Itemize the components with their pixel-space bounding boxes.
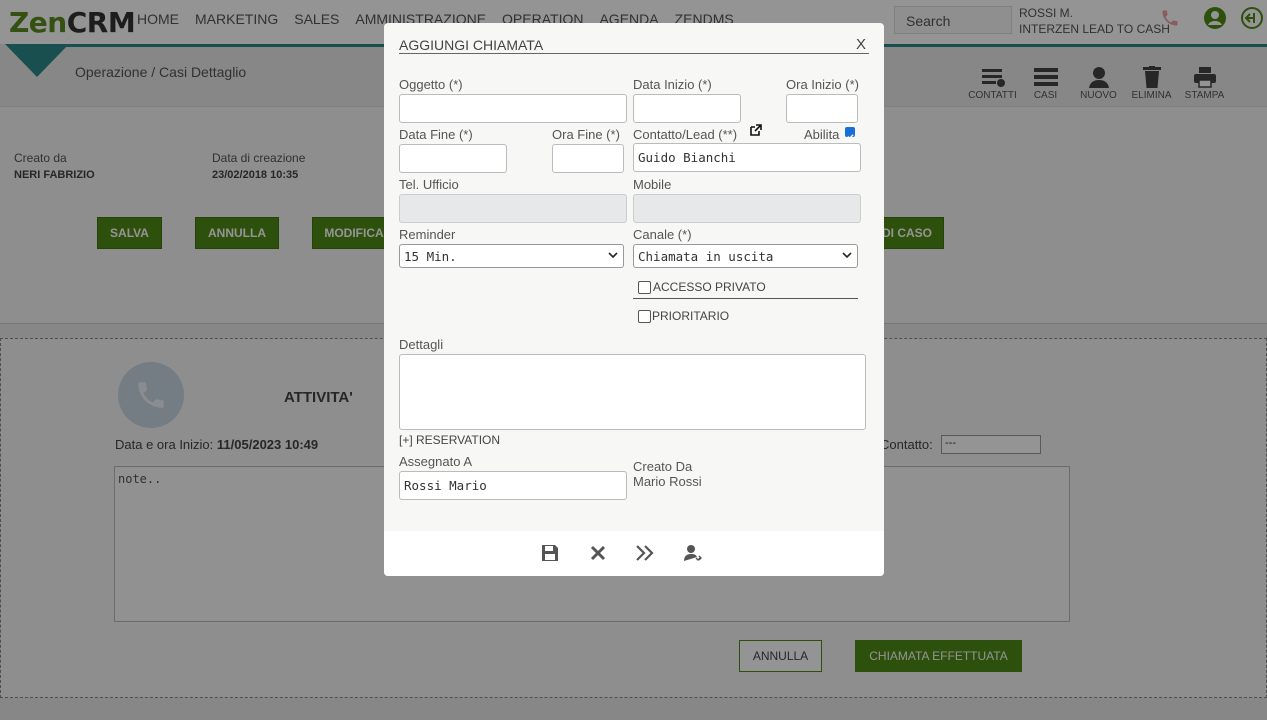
prioritario-checkbox[interactable] xyxy=(638,310,651,323)
save-icon[interactable] xyxy=(540,543,560,563)
data-inizio-input[interactable] xyxy=(633,94,741,123)
canale-select[interactable]: Chiamata in uscita xyxy=(633,244,858,268)
dialog-footer xyxy=(384,531,884,576)
dialog-title: AGGIUNGI CHIAMATA xyxy=(399,37,544,53)
dettagli-textarea[interactable] xyxy=(399,354,866,430)
dettagli-label: Dettagli xyxy=(399,337,444,352)
chevron-down-icon xyxy=(842,252,852,259)
contatto-lead-input[interactable]: Guido Bianchi xyxy=(633,143,861,172)
title-divider xyxy=(399,53,869,54)
close-button[interactable]: X xyxy=(856,36,866,53)
creato-da-label: Creato Da xyxy=(633,459,693,474)
tel-ufficio-label: Tel. Ufficio xyxy=(399,177,459,192)
reservation-toggle[interactable]: [+] RESERVATION xyxy=(399,433,500,447)
creato-da-value: Mario Rossi xyxy=(633,474,702,489)
assign-user-icon[interactable] xyxy=(683,543,703,563)
options-divider xyxy=(633,298,858,299)
tel-ufficio-input xyxy=(399,194,627,223)
accesso-privato-checkbox[interactable] xyxy=(638,281,651,294)
oggetto-input[interactable] xyxy=(399,94,627,123)
checkmark-icon xyxy=(847,134,854,140)
accesso-privato-label: ACCESSO PRIVATO xyxy=(653,280,766,294)
aggiungi-chiamata-dialog: AGGIUNGI CHIAMATA X Oggetto (*) Data Ini… xyxy=(384,23,884,576)
canale-label: Canale (*) xyxy=(633,227,692,242)
forward-icon[interactable] xyxy=(635,543,655,563)
contatto-lead-label: Contatto/Lead (**) xyxy=(633,127,738,142)
ora-inizio-label: Ora Inizio (*) xyxy=(786,77,859,92)
abilita-checkbox[interactable] xyxy=(845,127,855,140)
ora-fine-label: Ora Fine (*) xyxy=(552,127,620,142)
data-fine-input[interactable] xyxy=(399,144,507,173)
assegnato-input[interactable]: Rossi Mario xyxy=(399,471,627,500)
close-icon[interactable] xyxy=(588,543,608,563)
mobile-input xyxy=(633,194,861,223)
ora-inizio-input[interactable] xyxy=(786,94,858,123)
prioritario-label: PRIORITARIO xyxy=(652,309,730,323)
data-inizio-label: Data Inizio (*) xyxy=(633,77,712,92)
chevron-down-icon xyxy=(608,252,618,259)
mobile-label: Mobile xyxy=(633,177,672,192)
external-link-icon[interactable] xyxy=(750,124,762,136)
data-fine-label: Data Fine (*) xyxy=(399,127,473,142)
assegnato-label: Assegnato A xyxy=(399,454,472,469)
reminder-select[interactable]: 15 Min. xyxy=(399,244,624,268)
oggetto-label: Oggetto (*) xyxy=(399,77,463,92)
reminder-label: Reminder xyxy=(399,227,456,242)
ora-fine-input[interactable] xyxy=(552,144,624,173)
abilita-label: Abilita xyxy=(804,127,840,142)
